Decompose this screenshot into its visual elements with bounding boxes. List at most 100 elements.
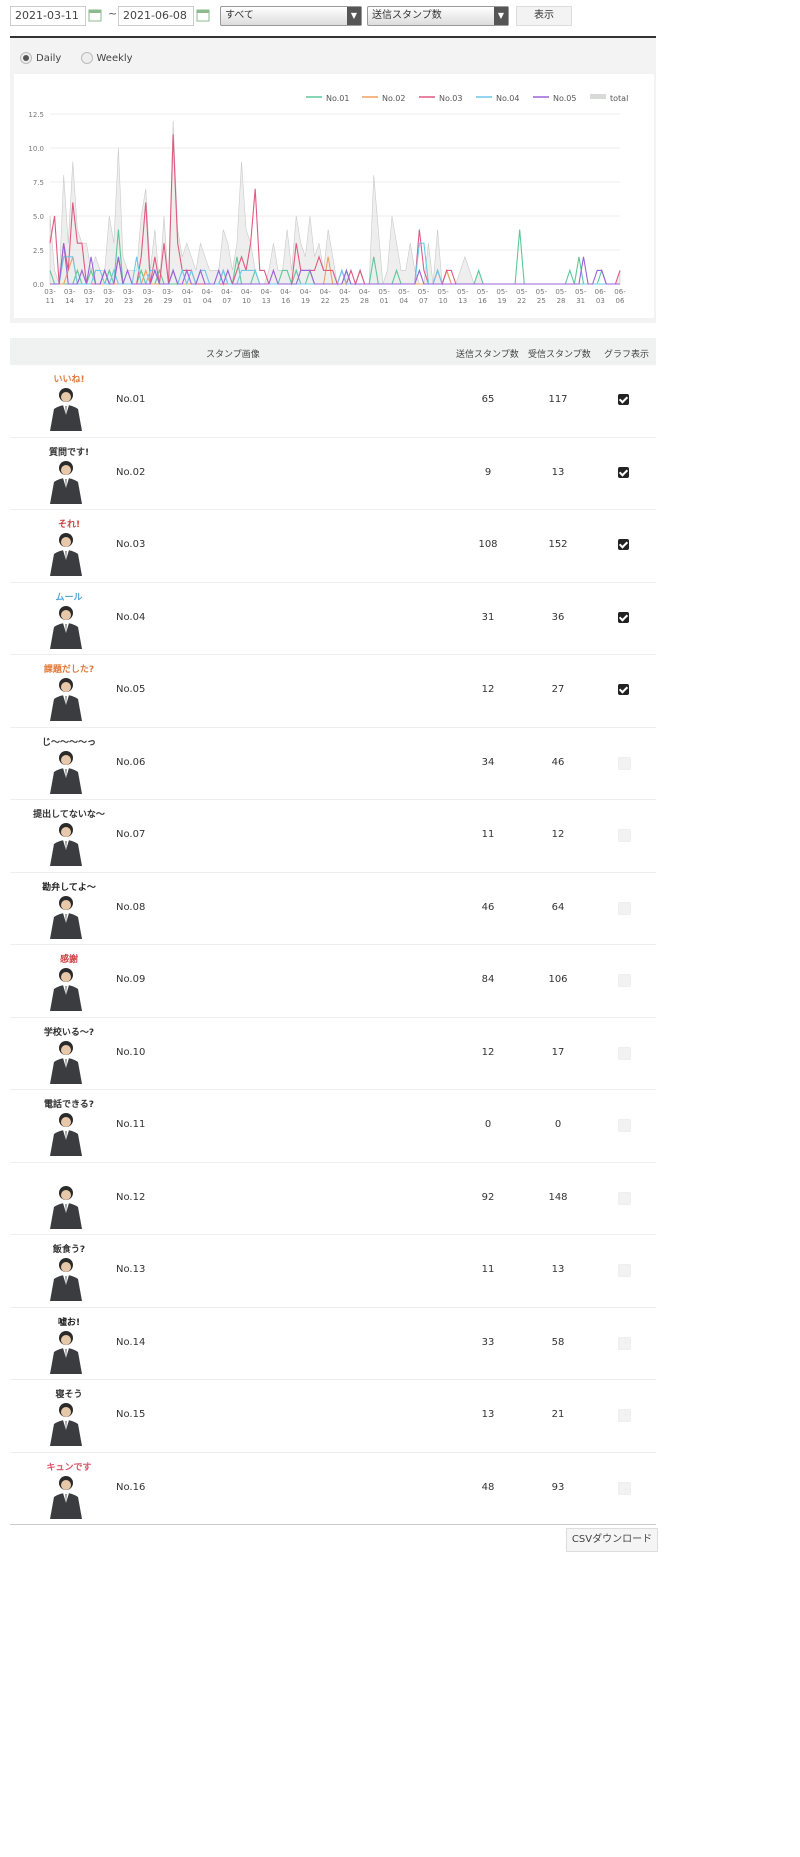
stamp-image: 電話できる? xyxy=(44,1098,94,1156)
graph-toggle-checkbox[interactable] xyxy=(618,901,631,915)
stamp-caption: 課題だした? xyxy=(44,663,94,675)
graph-toggle-checkbox[interactable] xyxy=(618,829,631,842)
x-tick-label: 04- xyxy=(241,288,253,296)
x-tick-label: 28 xyxy=(557,297,566,305)
table-row: それ! No.03 108 152 xyxy=(10,510,656,583)
weekly-radio[interactable] xyxy=(80,52,93,64)
x-tick-label: 10 xyxy=(439,297,448,305)
graph-toggle-checkbox[interactable] xyxy=(618,1191,631,1205)
graph-toggle-checkbox[interactable] xyxy=(618,611,629,623)
x-tick-label: 05- xyxy=(575,288,587,296)
x-tick-label: 05- xyxy=(536,288,548,296)
x-tick-label: 23 xyxy=(124,297,133,305)
graph-toggle-checkbox[interactable] xyxy=(618,466,629,478)
graph-toggle-checkbox[interactable] xyxy=(618,974,631,987)
x-tick-label: 03- xyxy=(162,288,174,296)
stamp-name: No.15 xyxy=(116,1409,146,1420)
stamp-caption: ムール xyxy=(55,592,82,603)
x-tick-label: 05- xyxy=(378,288,390,296)
x-tick-label: 05- xyxy=(437,288,449,296)
x-tick-label: 03- xyxy=(143,288,155,296)
x-tick-label: 04- xyxy=(221,288,233,296)
x-tick-label: 04- xyxy=(359,288,371,296)
metric-select[interactable]: 送信スタンプ数 ▼ xyxy=(367,6,509,26)
end-date-input[interactable]: 2021-06-08 xyxy=(118,6,194,26)
sent-count: 13 xyxy=(481,1409,495,1420)
stamp-name: No.08 xyxy=(116,901,146,913)
daily-radio[interactable] xyxy=(20,52,32,64)
stamp-name: No.11 xyxy=(116,1119,146,1130)
x-tick-label: 04- xyxy=(339,288,351,296)
y-tick-label: 2.5 xyxy=(33,247,44,255)
header-sent: 送信スタンプ数 xyxy=(456,350,519,360)
stamp-image xyxy=(50,1185,82,1229)
graph-toggle-checkbox[interactable] xyxy=(618,684,629,695)
sent-count: 12 xyxy=(481,1046,495,1058)
received-count: 46 xyxy=(551,756,565,768)
sent-count: 0 xyxy=(484,1119,492,1130)
stamp-image: 提出してないな〜 xyxy=(33,808,105,866)
x-tick-label: 14 xyxy=(65,297,74,305)
received-count: 12 xyxy=(551,829,565,840)
graph-toggle-checkbox[interactable] xyxy=(618,539,629,550)
stamp-name: No.09 xyxy=(116,974,146,985)
x-tick-label: 16 xyxy=(478,297,487,305)
stamp-image: いいね! xyxy=(50,374,85,431)
stamp-caption: 勘弁してよ〜 xyxy=(42,881,96,893)
stamp-name: No.05 xyxy=(116,684,146,695)
sent-count: 65 xyxy=(481,394,495,405)
legend-swatch xyxy=(590,94,606,99)
sent-count: 11 xyxy=(481,1264,495,1275)
stamp-caption: 提出してないな〜 xyxy=(33,808,105,820)
received-count: 0 xyxy=(554,1119,562,1130)
header-received: 受信スタンプ数 xyxy=(528,350,591,360)
stamp-caption: いいね! xyxy=(53,374,84,385)
legend-label: No.03 xyxy=(439,94,462,103)
stamp-caption: 飯食う? xyxy=(52,1243,85,1255)
sent-count: 9 xyxy=(484,466,492,478)
graph-toggle-checkbox[interactable] xyxy=(618,1264,631,1277)
graph-toggle-checkbox[interactable] xyxy=(618,1046,631,1060)
show-button[interactable]: 表示 xyxy=(516,6,572,26)
start-date-input[interactable]: 2021-03-11 xyxy=(10,6,86,26)
x-tick-label: 07 xyxy=(419,297,428,305)
graph-toggle-checkbox[interactable] xyxy=(618,756,631,770)
graph-toggle-checkbox[interactable] xyxy=(618,1119,631,1132)
header-image: スタンプ画像 xyxy=(206,350,260,360)
x-tick-label: 01 xyxy=(380,297,389,305)
stamp-image: 飯食う? xyxy=(50,1243,85,1301)
table-header: スタンプ画像 送信スタンプ数 受信スタンプ数 グラフ表示 xyxy=(10,338,656,365)
received-count: 64 xyxy=(551,901,565,913)
graph-toggle-checkbox[interactable] xyxy=(618,1481,631,1495)
x-tick-label: 16 xyxy=(281,297,290,305)
x-tick-label: 29 xyxy=(163,297,172,305)
x-tick-label: 05- xyxy=(496,288,508,296)
csv-download-button[interactable]: CSVダウンロード xyxy=(566,1528,658,1552)
total-area xyxy=(49,120,621,285)
category-select-value: すべて xyxy=(225,10,254,21)
stamp-name: No.06 xyxy=(116,756,146,768)
table-row: 感謝 No.09 84 106 xyxy=(10,945,656,1018)
stamp-name: No.13 xyxy=(116,1264,146,1275)
x-tick-label: 13 xyxy=(262,297,271,305)
stamp-image: 学校いる〜? xyxy=(44,1026,94,1084)
x-tick-label: 03- xyxy=(103,288,115,296)
y-tick-label: 7.5 xyxy=(33,179,44,187)
x-tick-label: 05- xyxy=(555,288,567,296)
category-select[interactable]: すべて ▼ xyxy=(220,6,362,26)
y-tick-label: 12.5 xyxy=(28,111,44,119)
calendar-icon[interactable] xyxy=(88,8,102,22)
y-tick-label: 10.0 xyxy=(28,145,44,153)
table-row: 飯食う? No.13 11 13 xyxy=(10,1235,656,1308)
x-tick-label: 05- xyxy=(418,288,430,296)
x-tick-label: 04- xyxy=(202,288,214,296)
chevron-down-icon: ▼ xyxy=(494,7,508,25)
graph-toggle-checkbox[interactable] xyxy=(618,394,629,405)
x-tick-label: 17 xyxy=(85,297,94,305)
table-row: No.12 92 148 xyxy=(10,1163,656,1235)
graph-toggle-checkbox[interactable] xyxy=(618,1409,631,1422)
calendar-icon[interactable] xyxy=(196,8,210,22)
graph-toggle-checkbox[interactable] xyxy=(618,1336,631,1350)
x-tick-label: 04- xyxy=(319,288,331,296)
x-tick-label: 10 xyxy=(242,297,251,305)
